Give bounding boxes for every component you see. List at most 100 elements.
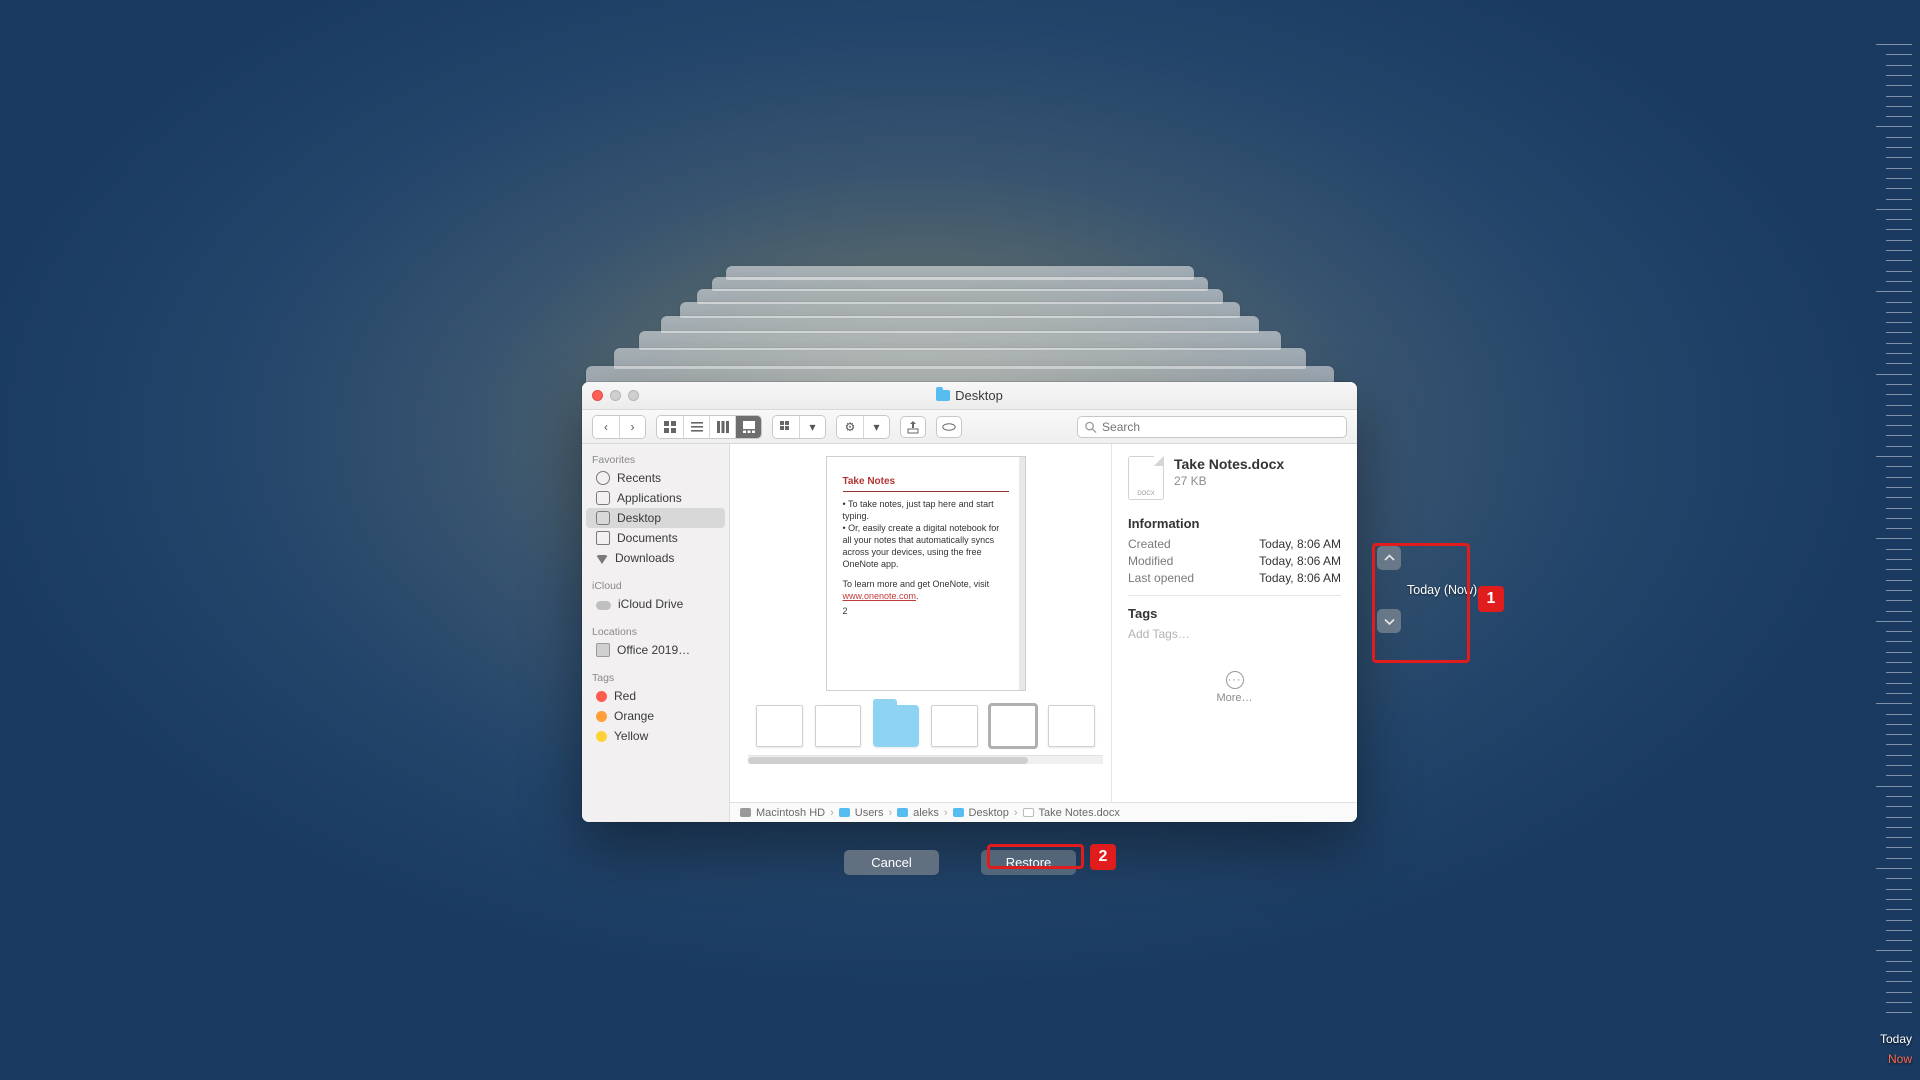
thumb-item[interactable] xyxy=(1048,705,1095,747)
sidebar-item-office[interactable]: Office 2019… xyxy=(586,640,725,660)
toolbar: ‹ › ▾ ⚙ ▾ xyxy=(582,410,1357,444)
preview-heading: Take Notes xyxy=(843,475,1009,492)
thumb-item[interactable] xyxy=(815,705,862,747)
info-modified: ModifiedToday, 8:06 AM xyxy=(1128,554,1341,568)
more-button[interactable]: ··· More… xyxy=(1128,671,1341,704)
info-header: Information xyxy=(1128,516,1341,531)
folder-icon xyxy=(839,808,850,817)
tags-header: Tags xyxy=(1128,595,1341,621)
info-pane: DOCX Take Notes.docx 27 KB Information C… xyxy=(1111,444,1357,802)
info-opened: Last openedToday, 8:06 AM xyxy=(1128,571,1341,585)
action-segment: ⚙ ▾ xyxy=(836,415,890,439)
minimize-icon xyxy=(610,390,621,401)
cancel-button[interactable]: Cancel xyxy=(844,850,939,875)
arrange-chevron[interactable]: ▾ xyxy=(799,416,825,438)
arrange-button[interactable] xyxy=(773,416,799,438)
search-input[interactable] xyxy=(1102,420,1340,434)
sidebar-header-favorites: Favorites xyxy=(582,450,729,468)
window-title: Desktop xyxy=(955,388,1003,403)
filmstrip-scrollbar[interactable] xyxy=(748,755,1103,764)
annotation-badge-1: 1 xyxy=(1478,586,1504,612)
sidebar-header-icloud: iCloud xyxy=(582,576,729,594)
chevron-up-icon xyxy=(1384,553,1395,564)
downloads-icon xyxy=(596,555,608,564)
drive-icon xyxy=(596,643,610,657)
forward-button[interactable]: › xyxy=(619,416,645,438)
timeline-down-button[interactable] xyxy=(1377,609,1401,633)
sidebar-item-icloud-drive[interactable]: iCloud Drive xyxy=(586,594,725,614)
search-icon xyxy=(1084,420,1097,434)
timeline-label: Today (Now) xyxy=(1407,583,1477,597)
folder-icon xyxy=(936,390,950,401)
action-chevron[interactable]: ▾ xyxy=(863,416,889,438)
folder-icon xyxy=(953,808,964,817)
path-bar[interactable]: Macintosh HD› Users› aleks› Desktop› Tak… xyxy=(730,802,1357,822)
cloud-icon xyxy=(596,601,611,610)
timeline-nav: Today (Now) xyxy=(1377,546,1477,633)
view-icons-button[interactable] xyxy=(657,416,683,438)
thumb-item[interactable] xyxy=(931,705,978,747)
sidebar-header-tags: Tags xyxy=(582,668,729,686)
file-type-icon: DOCX xyxy=(1128,456,1164,500)
preview-pane: Take Notes • To take notes, just tap her… xyxy=(730,444,1111,802)
tag-dot-icon xyxy=(596,691,607,702)
restore-button[interactable]: Restore xyxy=(981,850,1076,875)
thumb-folder[interactable] xyxy=(873,705,919,747)
documents-icon xyxy=(596,531,610,545)
finder-window: Desktop ‹ › ▾ xyxy=(582,382,1357,822)
sidebar-tag-yellow[interactable]: Yellow xyxy=(586,726,725,746)
add-tags-field[interactable]: Add Tags… xyxy=(1128,627,1341,641)
share-button[interactable] xyxy=(900,416,926,438)
info-created: CreatedToday, 8:06 AM xyxy=(1128,537,1341,551)
recents-icon xyxy=(596,471,610,485)
drive-icon xyxy=(740,808,751,817)
close-icon[interactable] xyxy=(592,390,603,401)
tags-button[interactable] xyxy=(936,416,962,438)
traffic-lights xyxy=(592,390,639,401)
preview-bullet: • To take notes, just tap here and start… xyxy=(843,498,1009,522)
timeline-right-today: Today xyxy=(1880,1032,1912,1046)
tag-dot-icon xyxy=(596,711,607,722)
timeline-up-button[interactable] xyxy=(1377,546,1401,570)
preview-bullet: • Or, easily create a digital notebook f… xyxy=(843,522,1009,571)
filmstrip[interactable] xyxy=(748,697,1103,755)
titlebar[interactable]: Desktop xyxy=(582,382,1357,410)
sidebar-tag-orange[interactable]: Orange xyxy=(586,706,725,726)
thumb-item[interactable] xyxy=(756,705,803,747)
file-name: Take Notes.docx xyxy=(1174,456,1284,472)
nav-back-forward: ‹ › xyxy=(592,415,646,439)
preview-footer: To learn more and get OneNote, visit www… xyxy=(843,578,1009,602)
document-preview[interactable]: Take Notes • To take notes, just tap her… xyxy=(826,456,1026,691)
chevron-down-icon xyxy=(1384,616,1395,627)
tag-dot-icon xyxy=(596,731,607,742)
thumb-item-selected[interactable] xyxy=(990,705,1037,747)
view-columns-button[interactable] xyxy=(709,416,735,438)
timeline-ticks: // generate ticks inline later after dat… xyxy=(1842,44,1912,1044)
timeline-right-now: Now xyxy=(1888,1052,1912,1066)
sidebar-item-desktop[interactable]: Desktop xyxy=(586,508,725,528)
annotation-badge-2: 2 xyxy=(1090,844,1116,870)
bottom-button-bar: Cancel Restore xyxy=(844,850,1076,875)
search-field[interactable] xyxy=(1077,416,1347,438)
document-icon xyxy=(1023,808,1034,817)
desktop-icon xyxy=(596,511,610,525)
back-button[interactable]: ‹ xyxy=(593,416,619,438)
applications-icon xyxy=(596,491,610,505)
sidebar-item-downloads[interactable]: Downloads xyxy=(586,548,725,568)
sidebar-item-applications[interactable]: Applications xyxy=(586,488,725,508)
file-size: 27 KB xyxy=(1174,474,1284,488)
view-gallery-button[interactable] xyxy=(735,416,761,438)
view-list-button[interactable] xyxy=(683,416,709,438)
sidebar-item-recents[interactable]: Recents xyxy=(586,468,725,488)
sidebar-tag-red[interactable]: Red xyxy=(586,686,725,706)
arrange-segment: ▾ xyxy=(772,415,826,439)
folder-icon xyxy=(897,808,908,817)
sidebar-header-locations: Locations xyxy=(582,622,729,640)
preview-page-number: 2 xyxy=(843,605,1009,617)
ellipsis-icon: ··· xyxy=(1226,671,1244,689)
action-gear-button[interactable]: ⚙ xyxy=(837,416,863,438)
sidebar-item-documents[interactable]: Documents xyxy=(586,528,725,548)
sidebar: Favorites Recents Applications Desktop D… xyxy=(582,444,730,822)
maximize-icon xyxy=(628,390,639,401)
view-mode-segment xyxy=(656,415,762,439)
